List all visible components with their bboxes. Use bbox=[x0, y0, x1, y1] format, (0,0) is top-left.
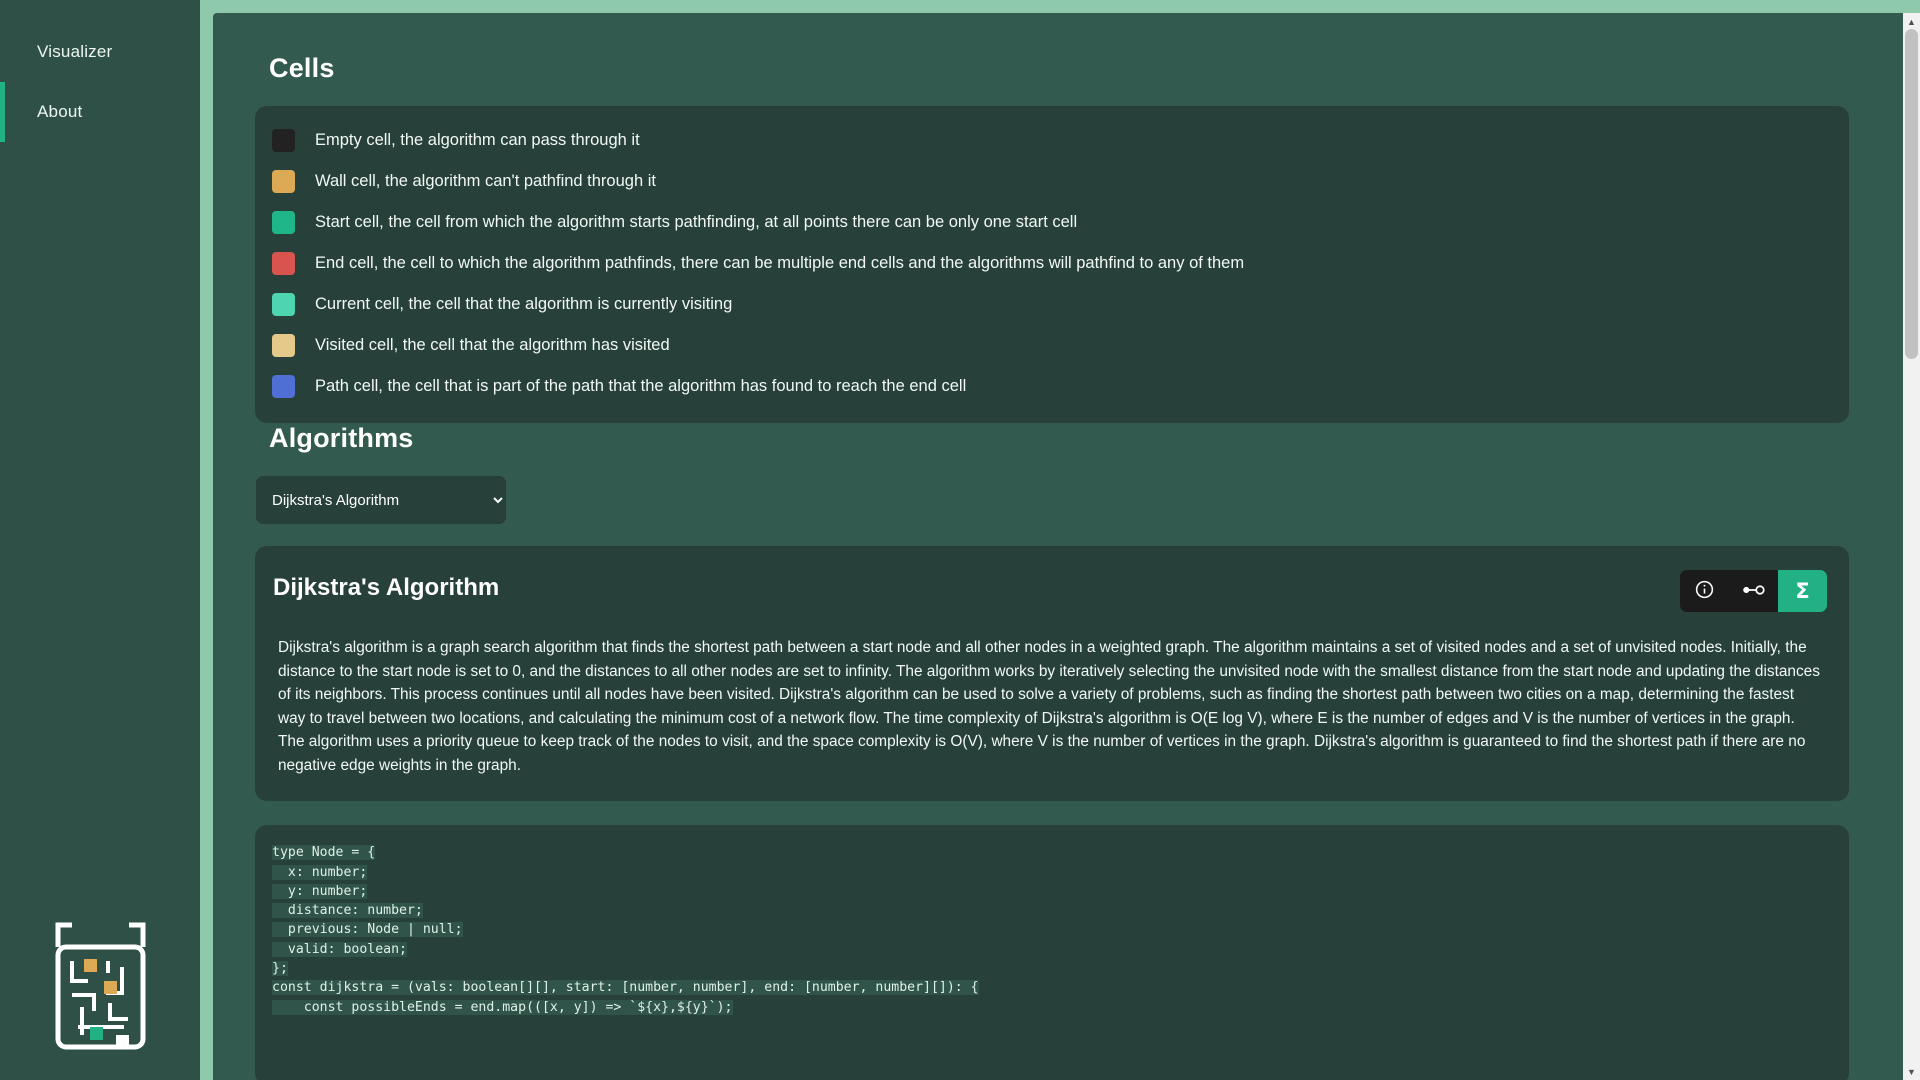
graph-node-icon bbox=[1742, 581, 1766, 602]
code-line: previous: Node | null; bbox=[272, 922, 463, 938]
info-icon bbox=[1694, 579, 1715, 603]
algorithm-card-header: Dijkstra's Algorithm Σ bbox=[273, 570, 1827, 612]
legend-color-swatch bbox=[272, 293, 295, 316]
legend-label: Empty cell, the algorithm can pass throu… bbox=[315, 131, 640, 149]
legend-wall-cell: Wall cell, the algorithm can't pathfind … bbox=[255, 161, 1849, 202]
code-line: const possibleEnds = end.map(([x, y]) =>… bbox=[272, 999, 733, 1015]
scrollbar-thumb[interactable] bbox=[1905, 29, 1918, 359]
legend-empty-cell: Empty cell, the algorithm can pass throu… bbox=[255, 120, 1849, 161]
legend-label: Start cell, the cell from which the algo… bbox=[315, 213, 1078, 231]
sigma-icon: Σ bbox=[1795, 578, 1810, 603]
legend-color-swatch bbox=[272, 334, 295, 357]
legend-current-cell: Current cell, the cell that the algorith… bbox=[255, 284, 1849, 325]
code-line: }; bbox=[272, 960, 288, 976]
legend-color-swatch bbox=[272, 252, 295, 275]
legend-color-swatch bbox=[272, 129, 295, 152]
legend-color-swatch bbox=[272, 211, 295, 234]
sidebar-item-visualizer[interactable]: Visualizer bbox=[0, 22, 200, 82]
legend-start-cell: Start cell, the cell from which the algo… bbox=[255, 202, 1849, 243]
algorithm-code-block: type Node = { x: number; y: number; dist… bbox=[255, 837, 1849, 1016]
sidebar-item-label: About bbox=[37, 102, 83, 121]
sidebar-item-label: Visualizer bbox=[37, 42, 113, 61]
about-page-content: Cells Empty cell, the algorithm can pass… bbox=[213, 13, 1907, 1080]
algorithm-code-card: type Node = { x: number; y: number; dist… bbox=[255, 825, 1849, 1080]
code-line: distance: number; bbox=[272, 903, 423, 919]
scroll-down-arrow-icon[interactable]: ▼ bbox=[1903, 1063, 1920, 1080]
algorithm-view-toggle-group: Σ bbox=[1680, 570, 1827, 612]
code-line: x: number; bbox=[272, 864, 368, 880]
info-icon-button[interactable] bbox=[1680, 570, 1729, 612]
legend-end-cell: End cell, the cell to which the algorith… bbox=[255, 243, 1849, 284]
sidebar-item-about[interactable]: About bbox=[0, 82, 200, 142]
legend-label: Visited cell, the cell that the algorith… bbox=[315, 336, 670, 354]
scroll-up-arrow-icon[interactable]: ▲ bbox=[1903, 13, 1920, 30]
graph-node-icon-button[interactable] bbox=[1729, 570, 1778, 612]
algorithm-info-card: Dijkstra's Algorithm Σ Dijkstra's algori… bbox=[255, 546, 1849, 802]
sigma-icon-button[interactable]: Σ bbox=[1778, 570, 1827, 612]
legend-visited-cell: Visited cell, the cell that the algorith… bbox=[255, 325, 1849, 366]
code-line: y: number; bbox=[272, 883, 368, 899]
code-line: const dijkstra = (vals: boolean[][], sta… bbox=[272, 980, 979, 996]
vertical-scrollbar[interactable]: ▲ ▼ bbox=[1903, 13, 1920, 1080]
cells-heading: Cells bbox=[269, 53, 335, 83]
app-root: Visualizer About Cells Empty cell, the a… bbox=[0, 0, 1920, 1080]
main-frame: Cells Empty cell, the algorithm can pass… bbox=[200, 0, 1920, 1080]
legend-color-swatch bbox=[272, 375, 295, 398]
algorithm-description: Dijkstra's algorithm is a graph search a… bbox=[278, 639, 1820, 774]
code-line: valid: boolean; bbox=[272, 941, 407, 957]
algorithm-title: Dijkstra's Algorithm bbox=[273, 574, 500, 601]
cells-legend-card: Empty cell, the algorithm can pass throu… bbox=[255, 106, 1849, 423]
legend-label: End cell, the cell to which the algorith… bbox=[315, 254, 1245, 272]
legend-label: Current cell, the cell that the algorith… bbox=[315, 295, 733, 313]
legend-label: Wall cell, the algorithm can't pathfind … bbox=[315, 172, 656, 190]
maze-robot-logo bbox=[48, 907, 153, 1055]
legend-path-cell: Path cell, the cell that is part of the … bbox=[255, 366, 1849, 407]
legend-label: Path cell, the cell that is part of the … bbox=[315, 377, 967, 395]
sidebar: Visualizer About bbox=[0, 0, 200, 1080]
code-line: type Node = { bbox=[272, 845, 376, 861]
legend-color-swatch bbox=[272, 170, 295, 193]
algorithm-select[interactable]: Dijkstra's Algorithm bbox=[256, 476, 506, 524]
algorithms-heading: Algorithms bbox=[269, 423, 414, 453]
page-scroll-container: Cells Empty cell, the algorithm can pass… bbox=[213, 13, 1907, 1080]
